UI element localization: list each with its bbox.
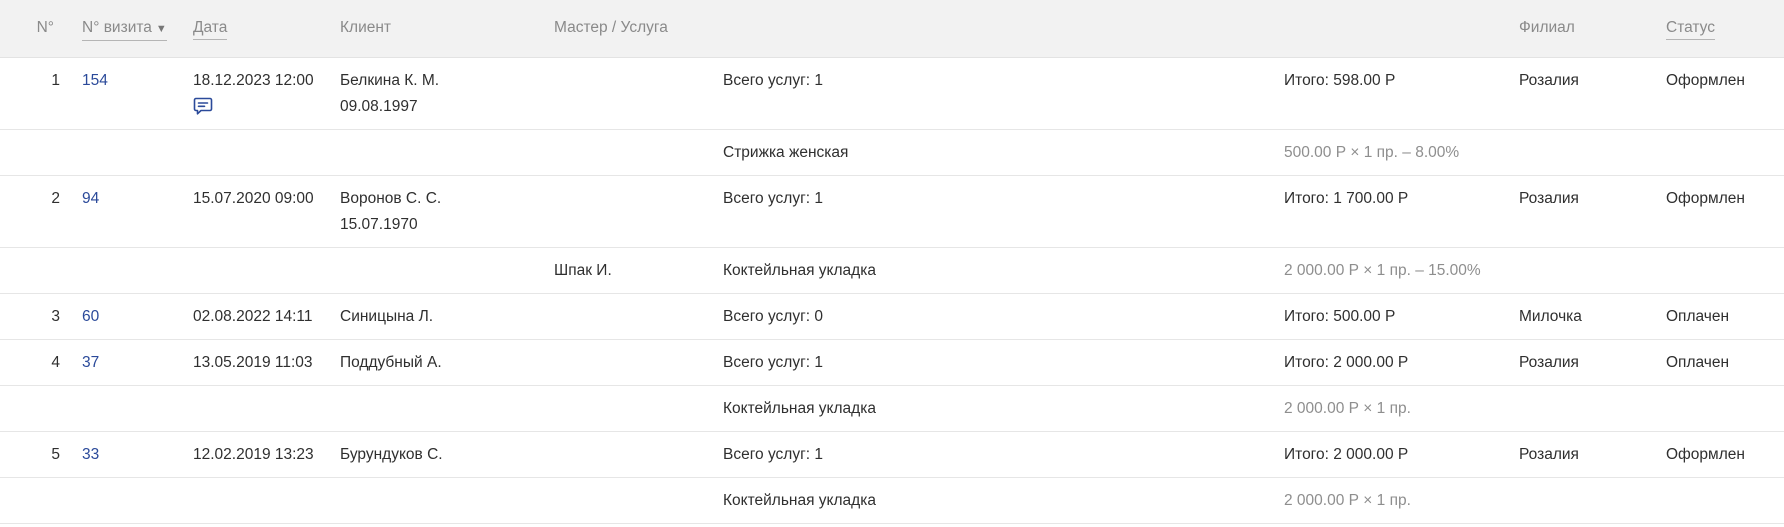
client-birthdate: 15.07.1970: [340, 216, 418, 233]
row-num: 2: [51, 190, 60, 207]
header-status[interactable]: Статус: [1666, 18, 1715, 40]
service-price: 2 000.00 Р × 1 пр.: [1284, 400, 1411, 417]
service-row: Стрижка женская 500.00 Р × 1 пр. – 8.00%: [0, 130, 1784, 176]
visit-total: Итого: 1 700.00 Р: [1284, 190, 1409, 207]
client-cell: Белкина К. М. 09.08.1997: [340, 71, 439, 117]
table-row: 3 60 02.08.2022 14:11 Синицына Л. Всего …: [0, 294, 1784, 340]
table-header: N° N° визита ▼ Дата Клиент Мастер / Услуг…: [0, 0, 1784, 58]
visit-link[interactable]: 37: [82, 353, 99, 373]
sort-desc-icon: ▼: [155, 23, 167, 35]
visit-total: Итого: 2 000.00 Р: [1284, 354, 1409, 371]
visit-status: Оплачен: [1666, 308, 1730, 325]
visit-total: Итого: 2 000.00 Р: [1284, 446, 1409, 463]
service-price: 2 000.00 Р × 1 пр.: [1284, 492, 1411, 509]
table-row: 4 37 13.05.2019 11:03 Поддубный А. Всего…: [0, 340, 1784, 386]
client-name: Воронов С. С.: [340, 190, 442, 207]
row-num: 3: [51, 308, 60, 325]
row-num: 1: [51, 72, 60, 89]
header-num: N°: [36, 19, 54, 36]
visit-date: 02.08.2022 14:11: [193, 308, 313, 325]
client-name: Бурундуков С.: [340, 446, 443, 463]
visit-status: Оплачен: [1666, 354, 1730, 371]
client-cell: Воронов С. С. 15.07.1970: [340, 189, 441, 235]
service-name: Коктейльная укладка: [723, 492, 876, 509]
table-row: 5 33 12.02.2019 13:23 Бурундуков С. Всег…: [0, 432, 1784, 478]
services-count: Всего услуг: 1: [723, 72, 823, 89]
visit-branch: Розалия: [1519, 72, 1579, 89]
service-row: Шпак И. Коктейльная укладка 2 000.00 Р ×…: [0, 248, 1784, 294]
client-name: Белкина К. М.: [340, 72, 440, 89]
visits-table: N° N° визита ▼ Дата Клиент Мастер / Услуг…: [0, 0, 1784, 524]
visit-total: Итого: 500.00 Р: [1284, 308, 1396, 325]
client-name: Синицына Л.: [340, 308, 434, 325]
header-master-service: Мастер / Услуга: [554, 19, 668, 36]
header-branch: Филиал: [1519, 19, 1575, 36]
row-num: 5: [51, 446, 60, 463]
visit-date: 12.02.2019 13:23: [193, 446, 314, 463]
service-name: Коктейльная укладка: [723, 262, 876, 279]
visit-status: Оформлен: [1666, 446, 1745, 463]
visit-link[interactable]: 33: [82, 445, 99, 465]
visit-date: 18.12.2023 12:00: [193, 72, 314, 89]
service-row: Коктейльная укладка 2 000.00 Р × 1 пр.: [0, 478, 1784, 524]
visit-status: Оформлен: [1666, 190, 1745, 207]
service-row: Коктейльная укладка 2 000.00 Р × 1 пр.: [0, 386, 1784, 432]
visit-link[interactable]: 94: [82, 189, 99, 209]
visit-branch: Милочка: [1519, 308, 1582, 325]
visit-link[interactable]: 154: [82, 71, 108, 91]
services-count: Всего услуг: 1: [723, 190, 823, 207]
visit-branch: Розалия: [1519, 446, 1579, 463]
services-count: Всего услуг: 1: [723, 354, 823, 371]
service-price: 2 000.00 Р × 1 пр. – 15.00%: [1284, 262, 1481, 279]
client-birthdate: 09.08.1997: [340, 98, 418, 115]
client-name: Поддубный А.: [340, 354, 442, 371]
visit-date: 15.07.2020 09:00: [193, 190, 314, 207]
header-client: Клиент: [340, 19, 392, 36]
service-price: 500.00 Р × 1 пр. – 8.00%: [1284, 144, 1460, 161]
table-row: 2 94 15.07.2020 09:00 Воронов С. С. 15.0…: [0, 176, 1784, 248]
comment-icon[interactable]: [193, 96, 213, 116]
service-master: Шпак И.: [554, 262, 612, 279]
visit-total: Итого: 598.00 Р: [1284, 72, 1396, 89]
visit-date: 13.05.2019 11:03: [193, 354, 313, 371]
header-visit-number[interactable]: N° визита ▼: [82, 18, 167, 41]
table-row: 1 154 18.12.2023 12:00 Белкина К. М. 09.…: [0, 58, 1784, 130]
visit-branch: Розалия: [1519, 190, 1579, 207]
service-name: Коктейльная укладка: [723, 400, 876, 417]
services-count: Всего услуг: 0: [723, 308, 823, 325]
service-name: Стрижка женская: [723, 144, 849, 161]
visit-link[interactable]: 60: [82, 307, 99, 327]
services-count: Всего услуг: 1: [723, 446, 823, 463]
visit-branch: Розалия: [1519, 354, 1579, 371]
row-num: 4: [51, 354, 60, 371]
header-visit-label: N° визита: [82, 19, 152, 36]
header-date[interactable]: Дата: [193, 18, 228, 40]
visit-status: Оформлен: [1666, 72, 1745, 89]
